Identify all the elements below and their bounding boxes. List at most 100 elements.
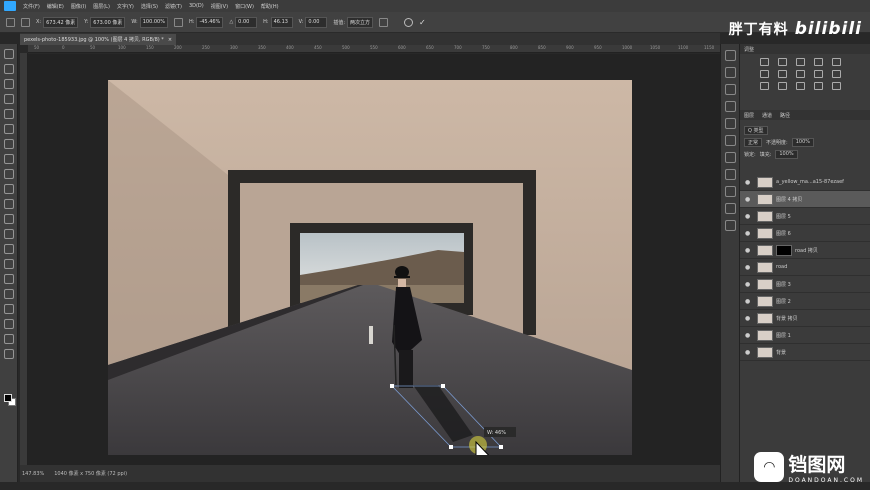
history-icon[interactable] [724,50,736,61]
y-input[interactable]: 673.00 像素 [90,16,126,28]
visibility-eye-icon[interactable]: ● [745,281,753,288]
menu-filter[interactable]: 滤镜(T) [165,3,182,10]
tab-layers[interactable]: 图层 [744,112,754,119]
eraser-icon[interactable] [3,214,14,224]
channel-mixer-icon[interactable] [832,70,841,78]
healing-icon[interactable] [3,154,14,164]
transform-handle[interactable] [449,445,453,449]
x-input[interactable]: 673.42 像素 [43,16,79,28]
shape-icon[interactable] [3,319,14,329]
visibility-eye-icon[interactable]: ● [745,315,753,322]
visibility-eye-icon[interactable]: ● [745,213,753,220]
layer-row[interactable]: ● 图层 1 [740,327,870,344]
black-white-icon[interactable] [796,70,805,78]
brush-icon[interactable] [3,169,14,179]
brightness-icon[interactable] [760,58,769,66]
height-input[interactable]: -45.46% [196,16,224,28]
brush-settings-icon[interactable] [724,84,736,95]
close-tab-icon[interactable]: × [168,37,172,43]
hue-saturation-icon[interactable] [760,70,769,78]
levels-icon[interactable] [778,58,787,66]
gradient-map-icon[interactable] [814,82,823,90]
swatches-icon[interactable] [724,220,736,231]
menu-view[interactable]: 视图(V) [211,3,228,10]
plugin-icon[interactable] [724,152,736,163]
width-input[interactable]: 100.00% [139,16,168,28]
invert-icon[interactable] [760,82,769,90]
layer-mask-thumbnail[interactable] [776,244,792,256]
menu-layer[interactable]: 图层(L) [93,3,110,10]
adjustments-panel-header[interactable]: 调整 [740,44,870,54]
menu-help[interactable]: 帮助(H) [261,3,279,10]
pen-icon[interactable] [3,274,14,284]
cancel-transform-icon[interactable] [404,17,414,27]
type-icon[interactable] [3,289,14,299]
photo-filter-icon[interactable] [814,70,823,78]
properties-icon[interactable] [724,101,736,112]
transform-handle[interactable] [499,445,503,449]
document-canvas[interactable]: W: 46% [108,80,632,455]
quick-select-icon[interactable] [3,94,14,104]
selective-color-icon[interactable] [832,82,841,90]
layer-row[interactable]: ● 图层 5 [740,208,870,225]
menu-window[interactable]: 窗口(W) [235,3,254,10]
vibrance-icon[interactable] [832,58,841,66]
visibility-eye-icon[interactable]: ● [745,264,753,271]
lasso-icon[interactable] [3,79,14,89]
photoshop-logo-icon[interactable] [4,1,16,11]
link-icon[interactable] [173,17,183,27]
opacity-input[interactable]: 100% [791,137,814,147]
visibility-eye-icon[interactable]: ● [745,179,753,186]
menu-edit[interactable]: 编辑(E) [47,3,64,10]
h-skew-input[interactable]: 46.13 [270,16,293,28]
visibility-eye-icon[interactable]: ● [745,332,753,339]
visibility-eye-icon[interactable]: ● [745,196,753,203]
move-icon[interactable] [3,49,14,59]
canvas-image[interactable]: W: 46% [108,80,632,455]
layer-row[interactable]: ● 背景 拷贝 [740,310,870,327]
layer-row[interactable]: ● 图层 3 [740,276,870,293]
fill-input[interactable]: 100% [775,149,798,159]
zoom-icon[interactable] [3,349,14,359]
commit-transform-icon[interactable]: ✓ [419,18,426,27]
menu-select[interactable]: 选择(S) [141,3,158,10]
path-select-icon[interactable] [3,304,14,314]
visibility-eye-icon[interactable]: ● [745,349,753,356]
visibility-eye-icon[interactable]: ● [745,298,753,305]
history-brush-icon[interactable] [3,199,14,209]
layer-row[interactable]: ● 背景 [740,344,870,361]
transform-handle[interactable] [390,384,394,388]
gradient-icon[interactable] [3,229,14,239]
transform-icon[interactable] [724,169,736,180]
info-icon[interactable] [724,67,736,78]
color-balance-icon[interactable] [778,70,787,78]
hand-icon[interactable] [3,334,14,344]
document-tab[interactable]: pexels-photo-185933.jpg @ 100% (图层 4 拷贝,… [20,34,177,45]
stamp-icon[interactable] [3,184,14,194]
foreground-color-swatch[interactable] [4,394,12,402]
layer-row[interactable]: ● a_yellow_ma...a15-87ezaef [740,174,870,191]
dodge-icon[interactable] [3,259,14,269]
threshold-icon[interactable] [796,82,805,90]
color-wheel-icon[interactable] [724,203,736,214]
visibility-eye-icon[interactable]: ● [745,247,753,254]
transform-handle[interactable] [441,384,445,388]
curves-icon[interactable] [796,58,805,66]
layer-row[interactable]: ● 图层 6 [740,225,870,242]
character-icon[interactable] [724,118,736,129]
layer-row[interactable]: ● road 拷贝 [740,242,870,259]
tab-channels[interactable]: 通道 [762,112,772,119]
move-tool-icon[interactable] [6,17,15,27]
layer-row[interactable]: ● 图层 2 [740,293,870,310]
angle-input[interactable]: 0.00 [235,16,258,28]
layer-row[interactable]: ● road [740,259,870,276]
menu-file[interactable]: 文件(F) [23,3,40,10]
layer-row-selected[interactable]: ● 图层 4 拷贝 [740,191,870,208]
paragraph-icon[interactable] [724,135,736,146]
menu-type[interactable]: 文字(Y) [117,3,134,10]
crop-icon[interactable] [3,109,14,119]
tab-paths[interactable]: 路径 [780,112,790,119]
exposure-icon[interactable] [814,58,823,66]
blend-mode-select[interactable]: 正常 [744,137,763,147]
vertical-ruler[interactable] [20,53,28,465]
